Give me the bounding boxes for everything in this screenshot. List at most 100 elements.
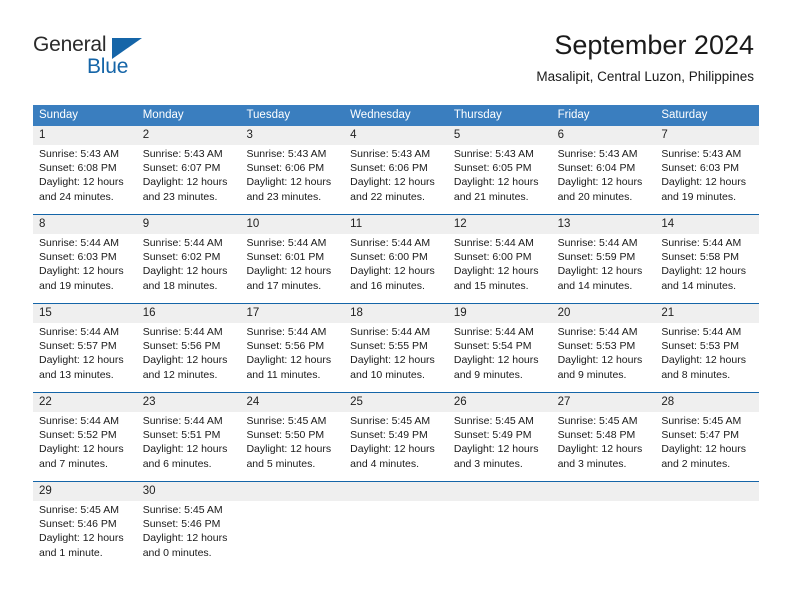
date-number[interactable]: 21 bbox=[655, 304, 759, 323]
date-number[interactable]: 20 bbox=[552, 304, 656, 323]
day-cell-sunrise: Sunrise: 5:45 AM bbox=[142, 504, 223, 516]
day-cell-sunset: Sunset: 5:54 PM bbox=[453, 340, 532, 353]
day-cell[interactable]: Sunrise: 5:44 AM Sunset: 5:56 PM Daylight:… bbox=[137, 323, 241, 392]
date-number[interactable]: 19 bbox=[448, 304, 552, 323]
date-number[interactable]: 28 bbox=[655, 393, 759, 412]
day-cell-daylight1: Daylight: 12 hours bbox=[661, 443, 746, 456]
day-cell[interactable]: Sunrise: 5:45 AM Sunset: 5:48 PM Daylight:… bbox=[552, 412, 656, 481]
date-number[interactable]: 11 bbox=[344, 215, 448, 234]
date-number[interactable]: 29 bbox=[33, 482, 137, 501]
day-cell[interactable]: Sunrise: 5:44 AM Sunset: 5:54 PM Daylight:… bbox=[448, 323, 552, 392]
day-cell[interactable]: Sunrise: 5:44 AM Sunset: 6:02 PM Daylight:… bbox=[137, 234, 241, 303]
date-number[interactable]: 14 bbox=[655, 215, 759, 234]
day-cell[interactable]: Sunrise: 5:43 AM Sunset: 6:03 PM Daylight:… bbox=[655, 145, 759, 214]
day-cell[interactable]: Sunrise: 5:45 AM Sunset: 5:46 PM Daylight:… bbox=[137, 501, 241, 570]
day-cell-daylight1: Daylight: 12 hours bbox=[350, 176, 435, 189]
day-cell[interactable]: Sunrise: 5:44 AM Sunset: 5:53 PM Daylight:… bbox=[552, 323, 656, 392]
day-cell[interactable]: Sunrise: 5:44 AM Sunset: 5:55 PM Daylight:… bbox=[344, 323, 448, 392]
date-number[interactable]: 22 bbox=[33, 393, 137, 412]
date-number[interactable]: 5 bbox=[448, 126, 552, 145]
day-cell[interactable]: Sunrise: 5:45 AM Sunset: 5:47 PM Daylight:… bbox=[655, 412, 759, 481]
day-cell[interactable]: Sunrise: 5:45 AM Sunset: 5:49 PM Daylight:… bbox=[448, 412, 552, 481]
day-cell[interactable]: Sunrise: 5:43 AM Sunset: 6:05 PM Daylight:… bbox=[448, 145, 552, 214]
date-number[interactable]: 17 bbox=[240, 304, 344, 323]
day-cell[interactable]: Sunrise: 5:44 AM Sunset: 5:57 PM Daylight:… bbox=[33, 323, 137, 392]
date-number[interactable]: 30 bbox=[137, 482, 241, 501]
day-cell-sunrise: Sunrise: 5:44 AM bbox=[557, 237, 638, 249]
day-cell-sunset: Sunset: 5:55 PM bbox=[350, 340, 428, 353]
day-cell-sunrise: Sunrise: 5:44 AM bbox=[39, 415, 119, 427]
date-number[interactable]: 24 bbox=[240, 393, 344, 412]
date-number[interactable]: 23 bbox=[137, 393, 241, 412]
day-of-week-header: Monday bbox=[142, 109, 184, 121]
date-number[interactable]: 16 bbox=[137, 304, 241, 323]
day-cell[interactable] bbox=[344, 501, 448, 570]
day-cell[interactable]: Sunrise: 5:44 AM Sunset: 5:51 PM Daylight:… bbox=[137, 412, 241, 481]
date-number[interactable]: 26 bbox=[448, 393, 552, 412]
day-cell-daylight1: Daylight: 12 hours bbox=[453, 443, 539, 456]
day-cell[interactable]: Sunrise: 5:43 AM Sunset: 6:06 PM Daylight:… bbox=[344, 145, 448, 214]
date-number[interactable]: 3 bbox=[240, 126, 344, 145]
day-cell[interactable] bbox=[448, 501, 552, 570]
date-number[interactable]: 8 bbox=[33, 215, 137, 234]
day-cell-sunrise: Sunrise: 5:43 AM bbox=[142, 148, 223, 160]
day-cell[interactable]: Sunrise: 5:43 AM Sunset: 6:04 PM Daylight:… bbox=[552, 145, 656, 214]
day-cell[interactable]: Sunrise: 5:43 AM Sunset: 6:06 PM Daylight:… bbox=[240, 145, 344, 214]
day-cell-sunrise: Sunrise: 5:44 AM bbox=[453, 326, 534, 338]
day-cell[interactable]: Sunrise: 5:44 AM Sunset: 6:03 PM Daylight:… bbox=[33, 234, 137, 303]
date-number[interactable]: 27 bbox=[552, 393, 656, 412]
date-number[interactable] bbox=[344, 482, 448, 501]
day-cell[interactable]: Sunrise: 5:44 AM Sunset: 5:53 PM Daylight:… bbox=[655, 323, 759, 392]
day-cell-daylight1: Daylight: 12 hours bbox=[661, 265, 746, 278]
week-detail-row: Sunrise: 5:44 AM Sunset: 5:57 PM Daylight:… bbox=[33, 323, 759, 392]
date-number[interactable]: 4 bbox=[344, 126, 448, 145]
date-number[interactable]: 12 bbox=[448, 215, 552, 234]
day-cell[interactable]: Sunrise: 5:44 AM Sunset: 5:52 PM Daylight:… bbox=[33, 412, 137, 481]
day-cell[interactable]: Sunrise: 5:43 AM Sunset: 6:07 PM Daylight:… bbox=[137, 145, 241, 214]
day-cell-daylight1: Daylight: 12 hours bbox=[453, 265, 539, 278]
date-number[interactable]: 25 bbox=[344, 393, 448, 412]
date-number[interactable] bbox=[552, 482, 656, 501]
day-cell-sunrise: Sunrise: 5:43 AM bbox=[39, 148, 119, 160]
day-cell-daylight2: and 1 minute. bbox=[39, 546, 103, 559]
day-cell-daylight1: Daylight: 12 hours bbox=[39, 354, 124, 367]
date-number[interactable]: 10 bbox=[240, 215, 344, 234]
week-date-number-band: 22 23 24 25 26 27 28 bbox=[33, 393, 759, 412]
day-cell[interactable] bbox=[552, 501, 656, 570]
day-cell[interactable]: Sunrise: 5:44 AM Sunset: 5:59 PM Daylight:… bbox=[552, 234, 656, 303]
day-cell[interactable]: Sunrise: 5:43 AM Sunset: 6:08 PM Daylight:… bbox=[33, 145, 137, 214]
day-cell-daylight2: and 24 minutes. bbox=[39, 190, 114, 203]
day-cell-sunset: Sunset: 6:00 PM bbox=[453, 251, 532, 264]
date-number[interactable]: 18 bbox=[344, 304, 448, 323]
day-cell-daylight2: and 19 minutes. bbox=[39, 279, 114, 292]
date-number[interactable] bbox=[448, 482, 552, 501]
day-cell[interactable]: Sunrise: 5:45 AM Sunset: 5:50 PM Daylight:… bbox=[240, 412, 344, 481]
date-number[interactable]: 1 bbox=[33, 126, 137, 145]
day-cell-daylight2: and 4 minutes. bbox=[350, 457, 420, 470]
day-cell[interactable]: Sunrise: 5:44 AM Sunset: 6:00 PM Daylight:… bbox=[344, 234, 448, 303]
day-cell[interactable] bbox=[655, 501, 759, 570]
day-cell[interactable]: Sunrise: 5:45 AM Sunset: 5:46 PM Daylight:… bbox=[33, 501, 137, 570]
day-cell[interactable]: Sunrise: 5:44 AM Sunset: 6:00 PM Daylight:… bbox=[448, 234, 552, 303]
week-date-number-band: 1234567 bbox=[33, 126, 759, 145]
date-number[interactable] bbox=[655, 482, 759, 501]
day-cell[interactable] bbox=[240, 501, 344, 570]
week-detail-row: Sunrise: 5:43 AM Sunset: 6:08 PM Daylight:… bbox=[33, 145, 759, 214]
date-number[interactable]: 13 bbox=[552, 215, 656, 234]
date-number[interactable]: 2 bbox=[137, 126, 241, 145]
day-cell[interactable]: Sunrise: 5:44 AM Sunset: 5:56 PM Daylight:… bbox=[240, 323, 344, 392]
day-cell[interactable]: Sunrise: 5:44 AM Sunset: 6:01 PM Daylight:… bbox=[240, 234, 344, 303]
day-cell[interactable]: Sunrise: 5:44 AM Sunset: 5:58 PM Daylight:… bbox=[655, 234, 759, 303]
date-number[interactable]: 15 bbox=[33, 304, 137, 323]
date-number[interactable]: 9 bbox=[137, 215, 241, 234]
week-detail-row: Sunrise: 5:44 AM Sunset: 5:52 PM Daylight:… bbox=[33, 412, 759, 481]
day-cell-daylight1: Daylight: 12 hours bbox=[453, 354, 539, 367]
date-number[interactable]: 7 bbox=[655, 126, 759, 145]
day-cell-sunrise: Sunrise: 5:43 AM bbox=[453, 148, 534, 160]
week-date-number-band: 15 16 17 18 19 20 21 bbox=[33, 304, 759, 323]
date-number[interactable] bbox=[240, 482, 344, 501]
date-number[interactable]: 6 bbox=[552, 126, 656, 145]
day-cell-daylight1: Daylight: 12 hours bbox=[350, 265, 435, 278]
day-cell-daylight1: Daylight: 12 hours bbox=[142, 265, 228, 278]
day-cell[interactable]: Sunrise: 5:45 AM Sunset: 5:49 PM Daylight:… bbox=[344, 412, 448, 481]
